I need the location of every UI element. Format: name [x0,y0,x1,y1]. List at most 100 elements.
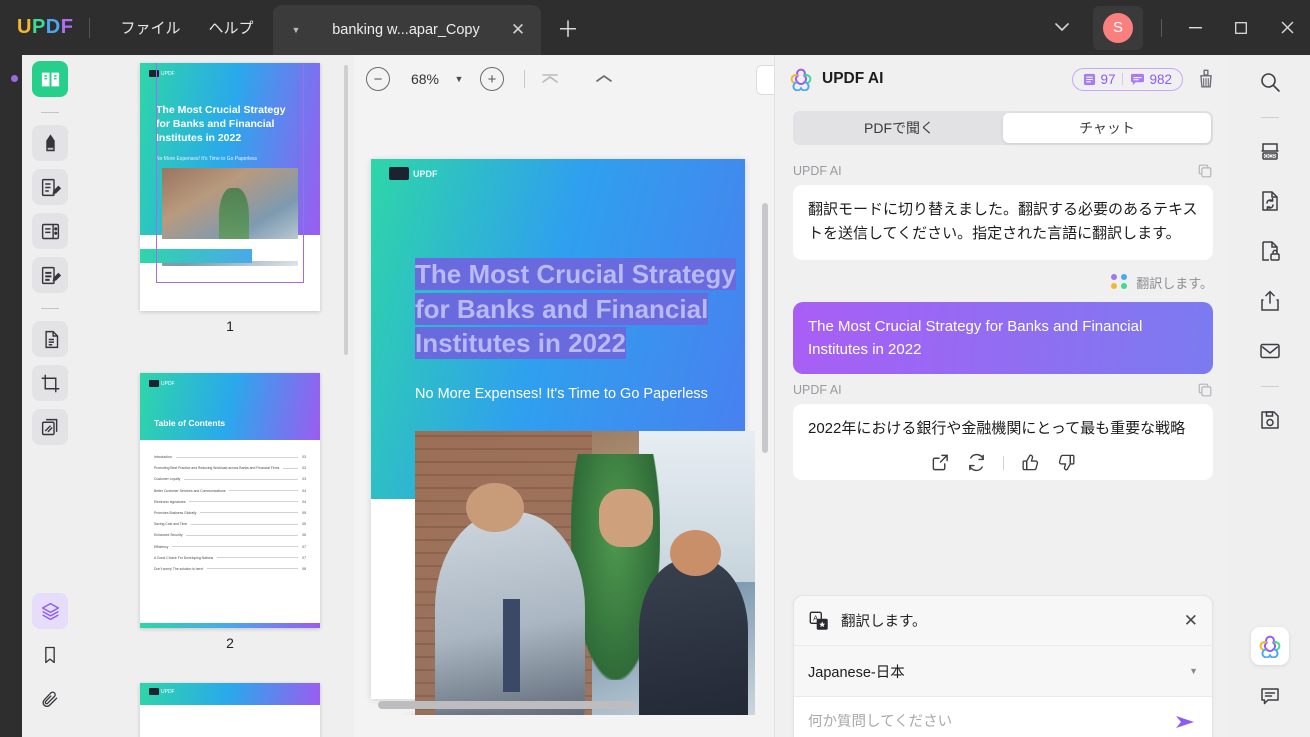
account-button[interactable]: S [1093,5,1143,50]
toc-entry-leader [283,467,299,469]
thumbnail-page-number: 2 [226,635,234,651]
pdf-page-area[interactable]: UPDF The Most Crucial Strategy for Banks… [354,103,774,715]
toc-entry-leader [191,523,299,525]
close-mode-icon[interactable]: ✕ [1184,611,1198,631]
sidebar-item-form[interactable] [32,257,68,293]
sidebar-item-annotate[interactable] [32,125,68,161]
right-toolbar: OCR [1230,55,1310,737]
sidebar-item-convert[interactable] [32,321,68,357]
toc-entry: Introduction 03 [154,455,306,459]
toc-entry: Saving Cost and Time 05 [154,522,306,526]
send-icon[interactable] [1174,712,1198,732]
updf-ai-icon [1259,635,1281,658]
regenerate-icon[interactable] [967,453,986,472]
viewer-toolbar: − 68% ▼ + [354,55,796,103]
language-selector[interactable]: Japanese-日本 ▼ [794,646,1212,696]
pdf-logo: UPDF [149,70,175,77]
sidebar-item-attachment[interactable] [32,681,68,717]
toc-entry-label: Efficiency [154,544,169,549]
menu-help[interactable]: ヘルプ [194,11,267,44]
thumbs-up-icon[interactable] [1021,453,1040,472]
zoom-in-button[interactable]: + [480,67,504,91]
save-icon[interactable] [1251,401,1289,439]
credits-badge[interactable]: 97 982 [1072,67,1183,91]
toc-entries: Introduction 03 Promoting Best Practice an… [154,455,306,578]
viewer-horizontal-scrollbar[interactable] [378,701,636,709]
assistant-message: 2022年における銀行や金融機関にとって最も重要な戦略 [793,404,1213,481]
toc-entry-page: 05 [302,522,306,527]
thumbnail-panel[interactable]: UPDF The Most Crucial Strategy for Banks… [78,55,354,737]
toc-entry-page: 04 [302,488,306,493]
sidebar-item-edit[interactable] [32,169,68,205]
copy-icon[interactable] [1197,382,1213,398]
toc-entry-page: 04 [302,499,306,504]
toc-entry-page: 03 [302,477,306,482]
tab-chat[interactable]: チャット [1003,113,1211,143]
copy-icon[interactable] [1197,163,1213,179]
zoom-out-button[interactable]: − [366,67,390,91]
viewer-vertical-scrollbar[interactable] [762,203,768,453]
updf-ai-button[interactable] [1251,627,1289,665]
toc-entry-page: 08 [302,566,306,571]
chevron-down-icon[interactable] [1045,11,1079,45]
composer-mode-label: 翻訳します。 [841,614,927,630]
open-in-new-icon[interactable] [931,453,950,472]
new-tab-button[interactable]: ＋ [553,13,583,43]
toc-entry: Promotes Business Globally 05 [154,511,306,515]
toc-entry-label: Customer Loyalty [154,477,181,482]
zoom-dropdown-icon[interactable]: ▼ [448,74,470,84]
thumbnail-page-1[interactable]: UPDF The Most Crucial Strategy for Banks… [140,63,320,334]
minimize-button[interactable] [1172,0,1218,55]
updf-ai-logo-icon [790,68,812,91]
document-tab[interactable]: ▼ banking w...apar_Copy ✕ [273,5,541,55]
pdf-page[interactable]: UPDF The Most Crucial Strategy for Banks… [371,159,755,715]
ocr-icon[interactable]: OCR [1251,132,1289,170]
toc-entry-page: 07 [302,544,306,549]
pdf-page-title: The Most Crucial Strategy for Banks and … [415,257,755,361]
message-role-label: UPDF AI [793,382,1213,398]
chevron-down-icon[interactable]: ▼ [285,19,307,41]
pdf-logo: UPDF [149,380,175,387]
sidebar-item-organize[interactable] [32,213,68,249]
email-icon[interactable] [1251,332,1289,370]
zoom-level-value: 68% [410,71,440,87]
pdf-logo: UPDF [389,167,438,180]
window-controls-divider [1161,18,1162,37]
convert-icon[interactable] [1251,182,1289,220]
thumbnail-scrollbar[interactable] [344,65,348,355]
toc-entry-page: 03 [302,466,306,471]
toc-entry-label: A Good Choice For Developing Nations [154,555,214,560]
toc-entry-label: Don't worry! The solution is here! [154,566,204,571]
sidebar-item-layers[interactable] [32,593,68,629]
maximize-button[interactable] [1218,0,1264,55]
tab-ask-pdf[interactable]: PDFで聞く [795,113,1003,143]
toc-entry: Electronic signatures 04 [154,500,306,504]
toc-entry-leader [200,512,299,514]
sidebar-item-reader[interactable] [32,61,68,97]
close-window-button[interactable] [1264,0,1310,55]
previous-page-icon[interactable] [589,64,619,94]
protect-icon[interactable] [1251,232,1289,270]
sidebar-item-bookmark[interactable] [32,637,68,673]
thumbnail-page-2[interactable]: UPDF Table of Contents Introduction 03 Pro… [140,373,320,651]
chat-message-list[interactable]: UPDF AI 翻訳モードに切り替えました。翻訳する必要のあるテキストを送信して… [775,155,1231,585]
chevron-down-icon[interactable]: ▼ [1189,666,1198,676]
chat-input[interactable] [808,713,1174,730]
pdf-page-subtitle: No More Expenses! It's Time to Go Paperl… [415,386,708,402]
search-icon[interactable] [1251,63,1289,101]
assistant-message-text: 2022年における銀行や金融機関にとって最も重要な戦略 [808,420,1186,438]
chat-credit-icon [1131,73,1145,85]
thumbnail-page-3[interactable]: UPDF [140,683,320,737]
share-icon[interactable] [1251,282,1289,320]
thumbs-down-icon[interactable] [1057,453,1076,472]
menu-file[interactable]: ファイル [106,11,194,44]
clear-chat-broom-icon[interactable] [1195,68,1217,90]
rail-divider [41,112,59,113]
close-icon[interactable]: ✕ [505,17,531,43]
toc-entry-leader [207,568,299,570]
comment-icon[interactable] [1251,677,1289,715]
sidebar-item-batch[interactable] [32,409,68,445]
first-page-icon[interactable] [535,64,565,94]
toc-entry-page: 06 [302,533,306,538]
sidebar-item-crop[interactable] [32,365,68,401]
